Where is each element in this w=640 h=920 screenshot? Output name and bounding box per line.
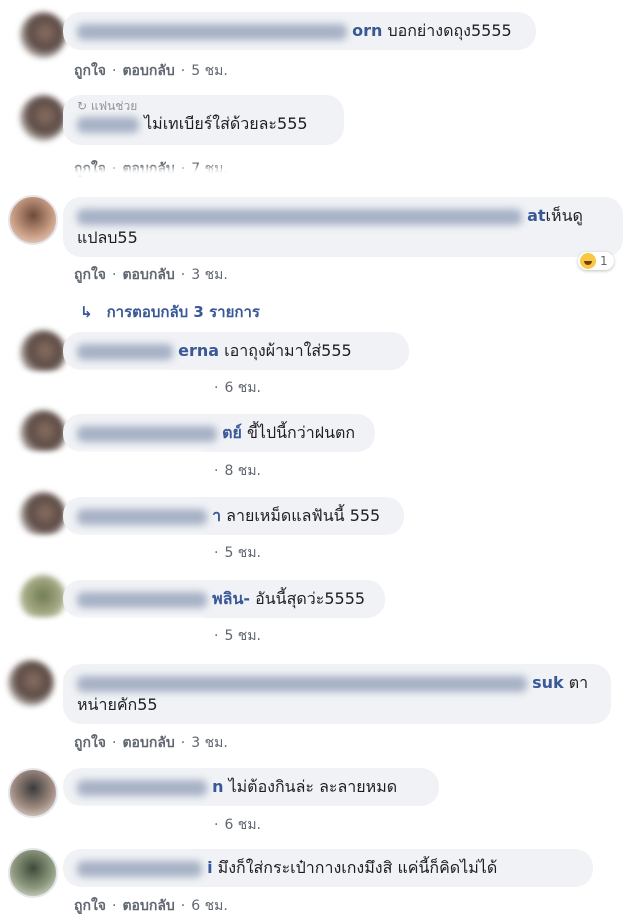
timestamp[interactable]: 3 ชม. [191, 267, 228, 283]
redaction-mask [0, 536, 205, 576]
commenter-name-blurred[interactable] [77, 675, 527, 692]
comment-text: มึงก็ใส่กระเป๋ากางเกงมึงสิ แค่นี้ก็คิดไม… [217, 858, 498, 877]
timestamp[interactable]: 5 ชม. [224, 628, 261, 644]
comment-bubble: atเห็นดู แปลบ55 [63, 197, 623, 257]
comment-bubble: erna เอาถุงผ้ามาใส่555 [63, 332, 409, 370]
comment-actions: ถูกใจ · ตอบกลับ · 3 ชม. [74, 267, 228, 283]
commenter-name-blurred[interactable] [77, 591, 207, 608]
comment-text: ไม่เทเบียร์ใส่ด้วยละ555 [144, 114, 308, 133]
commenter-name-blurred[interactable] [77, 23, 347, 40]
like-link[interactable]: ถูกใจ [74, 898, 106, 914]
comment-bubble: ↻ แฟนช่วย ไม่เทเบียร์ใส่ด้วยละ555 [63, 95, 344, 145]
redaction-mask [60, 168, 270, 180]
commenter-name[interactable]: orn [352, 21, 382, 40]
redaction-mask [0, 452, 205, 492]
comment-text: ไม่ต้องกินล่ะ ละลายหมด [228, 777, 398, 796]
reaction-badge[interactable]: 1 [578, 252, 614, 270]
reaction-count: 1 [600, 254, 608, 268]
avatar[interactable] [8, 848, 58, 898]
avatar[interactable] [20, 575, 66, 621]
avatar[interactable] [20, 95, 66, 141]
like-link[interactable]: ถูกใจ [74, 267, 106, 283]
reply-context: ↻ แฟนช่วย [77, 99, 138, 113]
redaction-mask [60, 808, 208, 838]
comment-actions: · 6 ชม. [214, 380, 261, 396]
commenter-name[interactable]: า [212, 506, 221, 525]
commenter-name[interactable]: suk [532, 673, 564, 692]
avatar[interactable] [20, 410, 66, 456]
redaction-mask [0, 372, 205, 412]
comment-text: อันนี้สุดว่ะ5555 [255, 589, 366, 608]
avatar[interactable] [20, 330, 66, 376]
haha-reaction-icon [580, 253, 596, 269]
commenter-name-blurred[interactable] [77, 208, 522, 225]
comment-actions: · 6 ชม. [214, 817, 261, 833]
comment-text: เอาถุงผ้ามาใส่555 [224, 341, 352, 360]
timestamp[interactable]: 6 ชม. [224, 817, 261, 833]
avatar[interactable] [20, 12, 66, 58]
timestamp[interactable]: 3 ชม. [191, 735, 228, 751]
comment-actions: · 8 ชม. [214, 463, 261, 479]
commenter-name-blurred[interactable] [77, 860, 202, 877]
commenter-name[interactable]: พลิน- [212, 589, 250, 608]
commenter-name[interactable]: i [207, 858, 212, 877]
commenter-name[interactable]: n [212, 777, 223, 796]
comment-text-line1: ตา [568, 673, 589, 692]
comment-text-line1: เห็นดู [545, 206, 583, 225]
avatar[interactable] [20, 492, 66, 538]
comment-actions: · 5 ชม. [214, 628, 261, 644]
redaction-mask [0, 618, 205, 658]
comment-bubble: พลิน- อันนี้สุดว่ะ5555 [63, 580, 385, 618]
commenter-name[interactable]: ตย์ [222, 423, 242, 442]
comment-text: บอกย่างดถุง5555 [387, 21, 512, 40]
avatar[interactable] [8, 768, 58, 818]
timestamp[interactable]: 5 ชม. [224, 545, 261, 561]
comment-text-line2: หน่ายคัก55 [77, 695, 158, 714]
timestamp[interactable]: 6 ชม. [224, 380, 261, 396]
comment-bubble: า ลายเหม็ดแลฟันนี้ 555 [63, 497, 404, 535]
like-link[interactable]: ถูกใจ [74, 63, 106, 79]
commenter-name-blurred[interactable] [77, 508, 207, 525]
commenter-name[interactable]: at [527, 206, 545, 225]
timestamp[interactable]: 8 ชม. [224, 463, 261, 479]
reply-link[interactable]: ตอบกลับ [122, 898, 174, 914]
comment-bubble: n ไม่ต้องกินล่ะ ละลายหมด [63, 768, 439, 806]
comment-text: ลายเหม็ดแลฟันนี้ 555 [226, 506, 381, 525]
timestamp[interactable]: 5 ชม. [191, 63, 228, 79]
view-replies-link[interactable]: ↳ การตอบกลับ 3 รายการ [80, 300, 260, 324]
comment-text: ขี้ไปนี้กว่าฝนตก [246, 423, 356, 442]
comment-text-line2: แปลบ55 [77, 228, 138, 247]
timestamp[interactable]: 6 ชม. [191, 898, 228, 914]
comment-actions: ถูกใจ · ตอบกลับ · 6 ชม. [74, 898, 228, 914]
reply-arrow-icon: ↳ [80, 303, 93, 321]
commenter-name-blurred[interactable] [77, 343, 173, 360]
commenter-name[interactable]: erna [178, 341, 219, 360]
avatar[interactable] [8, 660, 54, 706]
avatar[interactable] [8, 195, 58, 245]
comment-bubble: orn บอกย่างดถุง5555 [63, 12, 536, 50]
comment-actions: ถูกใจ · ตอบกลับ · 5 ชม. [74, 63, 228, 79]
commenter-name-blurred[interactable] [77, 116, 139, 133]
comment-actions: ถูกใจ · ตอบกลับ · 3 ชม. [74, 735, 228, 751]
commenter-name-blurred[interactable] [77, 779, 207, 796]
comment-actions: · 5 ชม. [214, 545, 261, 561]
comment-bubble: suk ตา หน่ายคัก55 [63, 664, 611, 724]
reply-link[interactable]: ตอบกลับ [122, 267, 174, 283]
reply-link[interactable]: ตอบกลับ [122, 63, 174, 79]
reply-link[interactable]: ตอบกลับ [122, 735, 174, 751]
comment-bubble: ตย์ ขี้ไปนี้กว่าฝนตก [63, 414, 375, 452]
comment-bubble: i มึงก็ใส่กระเป๋ากางเกงมึงสิ แค่นี้ก็คิด… [63, 849, 593, 887]
commenter-name-blurred[interactable] [77, 425, 217, 442]
like-link[interactable]: ถูกใจ [74, 735, 106, 751]
